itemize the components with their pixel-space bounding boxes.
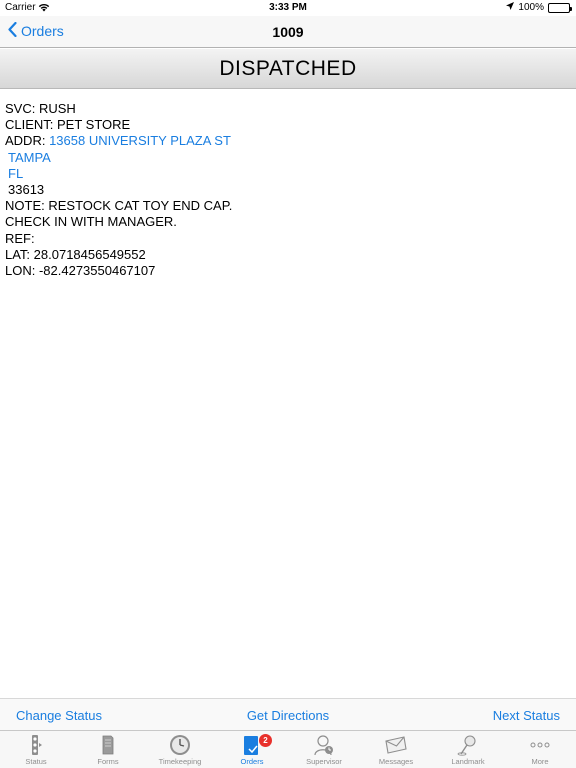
order-details: SVC: RUSH CLIENT: PET STORE ADDR: 13658 … bbox=[5, 101, 232, 279]
battery-percent: 100% bbox=[518, 2, 544, 13]
tab-label: Supervisor bbox=[306, 757, 342, 766]
tab-label: More bbox=[531, 757, 549, 766]
addr-label: ADDR: bbox=[5, 133, 50, 149]
svc-line: SVC: RUSH bbox=[5, 101, 76, 116]
tab-supervisor[interactable]: Supervisor bbox=[288, 731, 360, 768]
battery-icon bbox=[548, 2, 572, 13]
state-link-line: FL bbox=[5, 166, 232, 182]
note-continued-line: CHECK IN WITH MANAGER. bbox=[5, 214, 177, 230]
tab-more[interactable]: More bbox=[504, 731, 576, 768]
orders-badge: 2 bbox=[259, 734, 272, 747]
tab-label: Messages bbox=[378, 757, 414, 766]
client-line: CLIENT: PET STORE bbox=[5, 117, 131, 133]
tab-forms[interactable]: Forms bbox=[72, 731, 144, 768]
traffic-light-icon bbox=[0, 733, 72, 757]
ref-line: REF: bbox=[5, 230, 35, 246]
tab-status[interactable]: Status bbox=[0, 731, 72, 768]
order-status-header: DISPATCHED bbox=[0, 49, 576, 89]
clock-icon bbox=[144, 733, 216, 757]
tab-label: Orders bbox=[240, 757, 264, 766]
street-link[interactable]: 13658 UNIVERSITY PLAZA ST bbox=[49, 133, 231, 148]
orders-icon bbox=[216, 733, 288, 757]
status-bar: Carrier 3:33 PM 100% bbox=[0, 0, 576, 16]
tab-timekeeping[interactable]: Timekeeping bbox=[144, 731, 216, 768]
lat-line: LAT: 28.0718456549552 bbox=[5, 246, 146, 262]
city-link[interactable]: TAMPA bbox=[8, 150, 51, 165]
clock-time: 3:33 PM bbox=[269, 2, 307, 13]
page-title: 1009 bbox=[272, 24, 304, 40]
navigation-bar: Orders 1009 bbox=[0, 16, 576, 48]
action-bar: Change Status Get Directions Next Status bbox=[0, 698, 576, 730]
forms-icon bbox=[72, 733, 144, 757]
pushpin-icon bbox=[432, 733, 504, 757]
tab-label: Landmark bbox=[451, 757, 485, 766]
tab-label: Forms bbox=[97, 757, 119, 766]
more-icon bbox=[504, 733, 576, 757]
next-status-button[interactable]: Next Status bbox=[493, 708, 560, 723]
tab-messages[interactable]: Messages bbox=[360, 731, 432, 768]
city-link-line: TAMPA bbox=[5, 150, 232, 166]
note-line: NOTE: RESTOCK CAT TOY END CAP. bbox=[5, 198, 233, 214]
supervisor-icon bbox=[288, 733, 360, 757]
tab-orders[interactable]: 2 Orders bbox=[216, 731, 288, 768]
location-arrow-icon bbox=[506, 2, 515, 13]
zip-line: 33613 bbox=[8, 182, 45, 198]
get-directions-button[interactable]: Get Directions bbox=[0, 708, 576, 723]
tab-label: Timekeeping bbox=[158, 757, 202, 766]
tab-bar: Status Forms Timekeeping 2 Orders Superv… bbox=[0, 730, 576, 768]
tab-label: Status bbox=[25, 757, 47, 766]
envelope-icon bbox=[360, 733, 432, 757]
state-link[interactable]: FL bbox=[8, 166, 23, 181]
lon-line: LON: -82.4273550467107 bbox=[5, 263, 156, 279]
address-line: ADDR: 13658 UNIVERSITY PLAZA ST bbox=[5, 133, 232, 149]
status-right: 100% bbox=[506, 2, 572, 13]
tab-landmark[interactable]: Landmark bbox=[432, 731, 504, 768]
